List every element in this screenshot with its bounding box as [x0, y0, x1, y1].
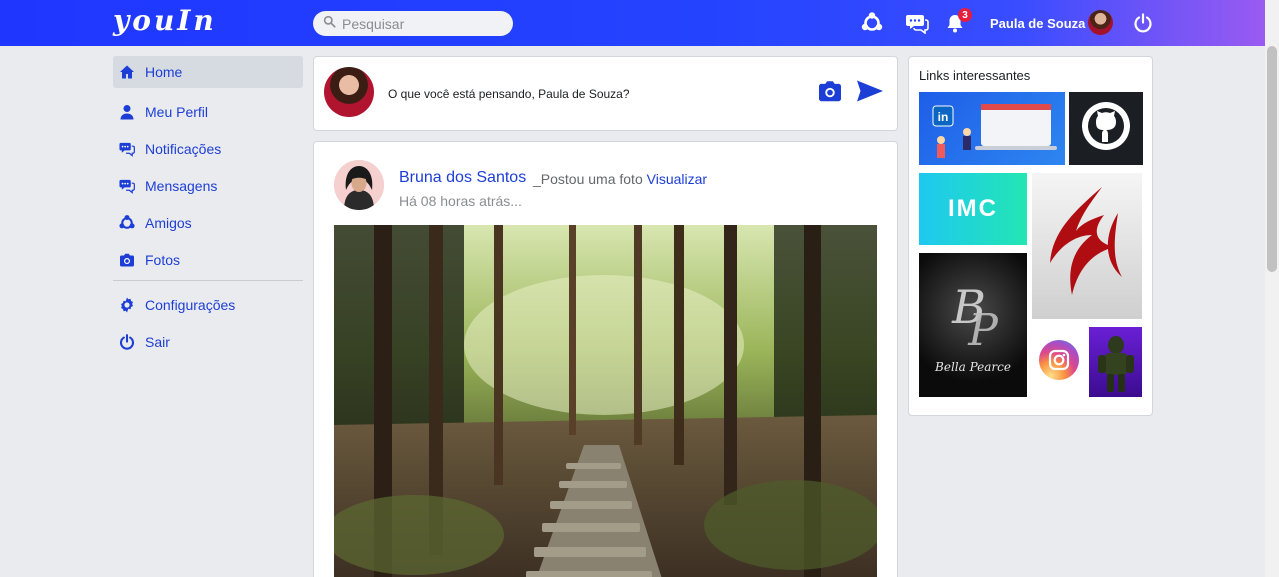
sidebar-item-label: Home	[145, 64, 183, 80]
chat-icon	[119, 141, 135, 157]
sidebar-item-logout[interactable]: Sair	[113, 323, 303, 360]
sidebar-item-label: Sair	[145, 333, 170, 350]
imc-link[interactable]: IMC	[919, 173, 1027, 245]
post-timestamp: Há 08 horas atrás...	[399, 193, 522, 209]
send-icon[interactable]	[856, 79, 884, 108]
sidebar-item-label: Notificações	[145, 140, 222, 157]
chat-icon	[119, 178, 135, 194]
sidebar-item-home[interactable]: Home	[113, 56, 303, 88]
user-icon	[119, 104, 135, 120]
instagram-icon	[1036, 337, 1082, 388]
post-author-avatar[interactable]	[334, 160, 384, 210]
svg-text:P: P	[967, 305, 999, 356]
app-logo[interactable]: youIn	[113, 4, 217, 37]
linkedin-link[interactable]: in	[919, 92, 1065, 165]
sidebar-item-profile[interactable]: Meu Perfil	[113, 93, 303, 130]
sidebar-item-label: Fotos	[145, 251, 181, 268]
bell-icon[interactable]: 3	[943, 8, 972, 35]
sidebar-item-label: Meu Perfil	[145, 103, 209, 120]
composer-input[interactable]: O que você está pensando, Paula de Souza…	[388, 87, 630, 101]
sidebar: Home Meu Perfil Notificações Mensagens A…	[113, 56, 303, 360]
notification-badge: 3	[958, 8, 972, 22]
friends-icon	[119, 214, 135, 231]
bella-pearce-label: Bella Pearce	[934, 360, 1011, 374]
post-image[interactable]	[334, 225, 877, 577]
post-author-name[interactable]: Bruna dos Santos	[399, 169, 526, 187]
bella-pearce-link[interactable]: B P Bella Pearce	[919, 253, 1027, 397]
search-input[interactable]	[342, 15, 502, 32]
github-link[interactable]	[1069, 92, 1143, 165]
current-user-avatar[interactable]	[1088, 10, 1113, 35]
power-icon	[119, 333, 135, 350]
sidebar-item-notifications[interactable]: Notificações	[113, 130, 303, 167]
sidebar-divider	[113, 280, 303, 281]
scrollbar-thumb[interactable]	[1267, 46, 1277, 272]
instagram-link[interactable]	[1032, 327, 1085, 397]
search-box[interactable]	[313, 11, 513, 36]
post-composer: O que você está pensando, Paula de Souza…	[313, 56, 898, 131]
sidebar-item-settings[interactable]: Configurações	[113, 286, 303, 323]
power-icon[interactable]	[1131, 11, 1155, 35]
sidebar-item-label: Mensagens	[145, 177, 218, 194]
svg-text:in: in	[938, 110, 949, 124]
friends-icon[interactable]	[860, 11, 884, 35]
camera-icon[interactable]	[817, 80, 843, 107]
search-icon	[323, 15, 336, 33]
gear-icon	[119, 297, 135, 313]
post-action-label: _Postou uma foto	[533, 171, 643, 187]
page-scrollbar[interactable]	[1265, 0, 1279, 577]
composer-avatar	[324, 67, 374, 117]
feed-post: Bruna dos Santos _Postou uma foto Visual…	[313, 141, 898, 577]
sidebar-item-messages[interactable]: Mensagens	[113, 167, 303, 204]
sidebar-item-label: Amigos	[145, 214, 192, 231]
messages-icon[interactable]	[905, 11, 929, 35]
sidebar-item-friends[interactable]: Amigos	[113, 204, 303, 241]
game-character-link[interactable]	[1089, 327, 1142, 397]
home-icon	[119, 64, 135, 80]
view-link[interactable]: Visualizar	[647, 171, 707, 187]
links-panel-title: Links interessantes	[919, 68, 1031, 83]
camera-icon	[119, 252, 135, 268]
sidebar-item-label: Configurações	[145, 296, 236, 313]
red-logo-link[interactable]	[1032, 173, 1142, 319]
current-user-name[interactable]: Paula de Souza	[990, 16, 1085, 31]
top-navbar: youIn 3 Paula de Souza	[0, 0, 1279, 46]
post-action-text: _Postou uma foto Visualizar	[533, 171, 707, 187]
github-icon	[1080, 100, 1132, 157]
sidebar-item-photos[interactable]: Fotos	[113, 241, 303, 278]
links-panel: Links interessantes in IMC B P Bella Pea…	[908, 56, 1153, 416]
